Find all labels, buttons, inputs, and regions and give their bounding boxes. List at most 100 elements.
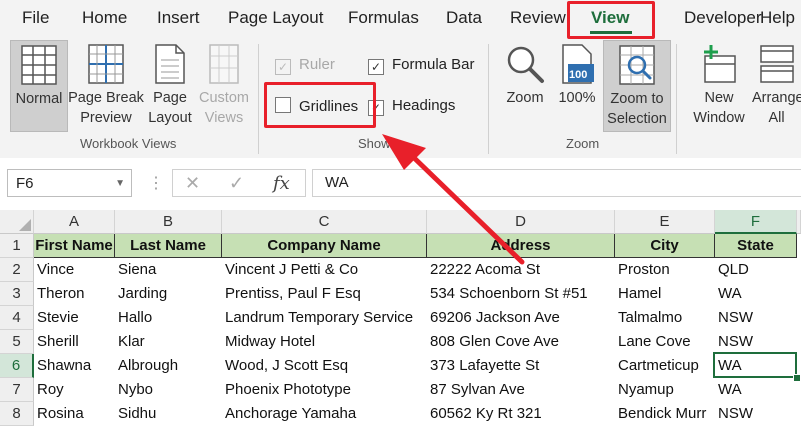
- headings-checkbox[interactable]: ✓ Headings: [368, 97, 455, 116]
- tab-page-layout[interactable]: Page Layout: [228, 8, 323, 28]
- insert-function-icon[interactable]: fx: [273, 173, 290, 194]
- table-cell[interactable]: Klar: [115, 330, 222, 354]
- page-break-preview-button[interactable]: Page Break Preview: [68, 40, 144, 130]
- table-cell[interactable]: 373 Lafayette St: [427, 354, 615, 378]
- header-cell[interactable]: Address: [427, 234, 615, 258]
- zoom-label: Zoom: [506, 90, 544, 106]
- table-cell[interactable]: Roy: [34, 378, 115, 402]
- table-cell[interactable]: Anchorage Yamaha: [222, 402, 427, 426]
- header-cell[interactable]: First Name: [34, 234, 115, 258]
- table-cell[interactable]: Sidhu: [115, 402, 222, 426]
- table-cell[interactable]: Hamel: [615, 282, 715, 306]
- column-header-f[interactable]: F: [715, 210, 797, 234]
- custom-views-button[interactable]: Custom Views: [196, 40, 252, 130]
- column-header-g-partial[interactable]: [797, 210, 801, 234]
- ruler-checkbox[interactable]: ✓ Ruler: [275, 56, 335, 75]
- fill-handle[interactable]: [793, 374, 801, 382]
- table-cell[interactable]: Siena: [115, 258, 222, 282]
- column-header-d[interactable]: D: [427, 210, 615, 234]
- table-cell[interactable]: QLD: [715, 258, 797, 282]
- table-cell[interactable]: 534 Schoenborn St #51: [427, 282, 615, 306]
- column-header-a[interactable]: A: [34, 210, 115, 234]
- formula-bar-checkbox[interactable]: ✓ Formula Bar: [368, 56, 475, 75]
- row-header-2[interactable]: 2: [0, 258, 34, 282]
- table-cell[interactable]: Proston: [615, 258, 715, 282]
- table-cell[interactable]: WA: [715, 282, 797, 306]
- name-box[interactable]: F6 ▼: [7, 169, 132, 197]
- tab-review[interactable]: Review: [510, 8, 566, 28]
- column-header-b[interactable]: B: [115, 210, 222, 234]
- tab-data[interactable]: Data: [446, 8, 482, 28]
- zoom-100-button[interactable]: 100 100%: [554, 40, 600, 130]
- table-cell[interactable]: WA: [715, 378, 797, 402]
- table-cell[interactable]: Lane Cove: [615, 330, 715, 354]
- table-cell[interactable]: Hallo: [115, 306, 222, 330]
- table-cell[interactable]: Landrum Temporary Service: [222, 306, 427, 330]
- table-cell[interactable]: 60562 Ky Rt 321: [427, 402, 615, 426]
- tab-home[interactable]: Home: [82, 8, 127, 28]
- table-cell[interactable]: NSW: [715, 330, 797, 354]
- table-cell[interactable]: Vincent J Petti & Co: [222, 258, 427, 282]
- table-cell[interactable]: Wood, J Scott Esq: [222, 354, 427, 378]
- worksheet-grid[interactable]: A B C D E F 1 First Name Last Name Compa…: [0, 210, 801, 426]
- column-header-e[interactable]: E: [615, 210, 715, 234]
- row-header-6[interactable]: 6: [0, 354, 34, 378]
- header-cell[interactable]: State: [715, 234, 797, 258]
- tab-help[interactable]: Help: [760, 8, 795, 28]
- zoom-button[interactable]: Zoom: [500, 40, 550, 130]
- header-cell[interactable]: Company Name: [222, 234, 427, 258]
- table-cell[interactable]: Stevie: [34, 306, 115, 330]
- row-header-3[interactable]: 3: [0, 282, 34, 306]
- table-cell[interactable]: Phoenix Phototype: [222, 378, 427, 402]
- table-cell[interactable]: Rosina: [34, 402, 115, 426]
- table-cell[interactable]: 22222 Acoma St: [427, 258, 615, 282]
- table-cell[interactable]: Nyamup: [615, 378, 715, 402]
- row-header-5[interactable]: 5: [0, 330, 34, 354]
- table-cell[interactable]: Sherill: [34, 330, 115, 354]
- table-cell[interactable]: 87 Sylvan Ave: [427, 378, 615, 402]
- table-cell[interactable]: Albrough: [115, 354, 222, 378]
- header-cell[interactable]: Last Name: [115, 234, 222, 258]
- formula-bar-label: Formula Bar: [392, 56, 475, 73]
- select-all-corner[interactable]: [0, 210, 34, 234]
- table-cell[interactable]: Jarding: [115, 282, 222, 306]
- table-cell[interactable]: Shawna: [34, 354, 115, 378]
- tab-developer[interactable]: Developer: [684, 8, 762, 28]
- row-header-1[interactable]: 1: [0, 234, 34, 258]
- formula-bar-check-icon: ✓: [368, 59, 384, 75]
- table-cell[interactable]: Midway Hotel: [222, 330, 427, 354]
- table-cell[interactable]: 69206 Jackson Ave: [427, 306, 615, 330]
- table-cell[interactable]: Theron: [34, 282, 115, 306]
- tab-file[interactable]: File: [22, 8, 49, 28]
- chevron-down-icon[interactable]: ▼: [115, 170, 125, 198]
- zoom-to-selection-button[interactable]: Zoom to Selection: [603, 40, 671, 132]
- column-header-c[interactable]: C: [222, 210, 427, 234]
- table-cell[interactable]: Prentiss, Paul F Esq: [222, 282, 427, 306]
- header-cell[interactable]: City: [615, 234, 715, 258]
- table-cell[interactable]: NSW: [715, 402, 797, 426]
- row-header-4[interactable]: 4: [0, 306, 34, 330]
- normal-view-button[interactable]: Normal: [10, 40, 68, 132]
- table-cell[interactable]: Nybo: [115, 378, 222, 402]
- tab-insert[interactable]: Insert: [157, 8, 200, 28]
- row-header-8[interactable]: 8: [0, 402, 34, 426]
- table-cell[interactable]: Bendick Murr: [615, 402, 715, 426]
- formula-input[interactable]: WA: [312, 169, 801, 197]
- enter-icon[interactable]: ✓: [229, 173, 244, 194]
- table-cell[interactable]: Talmalmo: [615, 306, 715, 330]
- table-cell[interactable]: Cartmeticup: [615, 354, 715, 378]
- table-cell[interactable]: NSW: [715, 306, 797, 330]
- cancel-icon[interactable]: ✕: [185, 173, 200, 194]
- new-window-button[interactable]: New Window: [684, 40, 754, 130]
- zoom-selection-label-2: Selection: [607, 111, 667, 127]
- custom-views-label-2: Views: [204, 110, 244, 126]
- table-cell[interactable]: Vince: [34, 258, 115, 282]
- workbook-views-group-label: Workbook Views: [80, 136, 177, 151]
- tab-formulas[interactable]: Formulas: [348, 8, 419, 28]
- page-layout-label-1: Page: [153, 90, 187, 106]
- table-cell[interactable]: 808 Glen Cove Ave: [427, 330, 615, 354]
- row-header-7[interactable]: 7: [0, 378, 34, 402]
- ribbon-separator: [258, 44, 259, 154]
- page-layout-view-button[interactable]: Page Layout: [146, 40, 194, 130]
- arrange-all-button[interactable]: Arrange All: [752, 40, 801, 130]
